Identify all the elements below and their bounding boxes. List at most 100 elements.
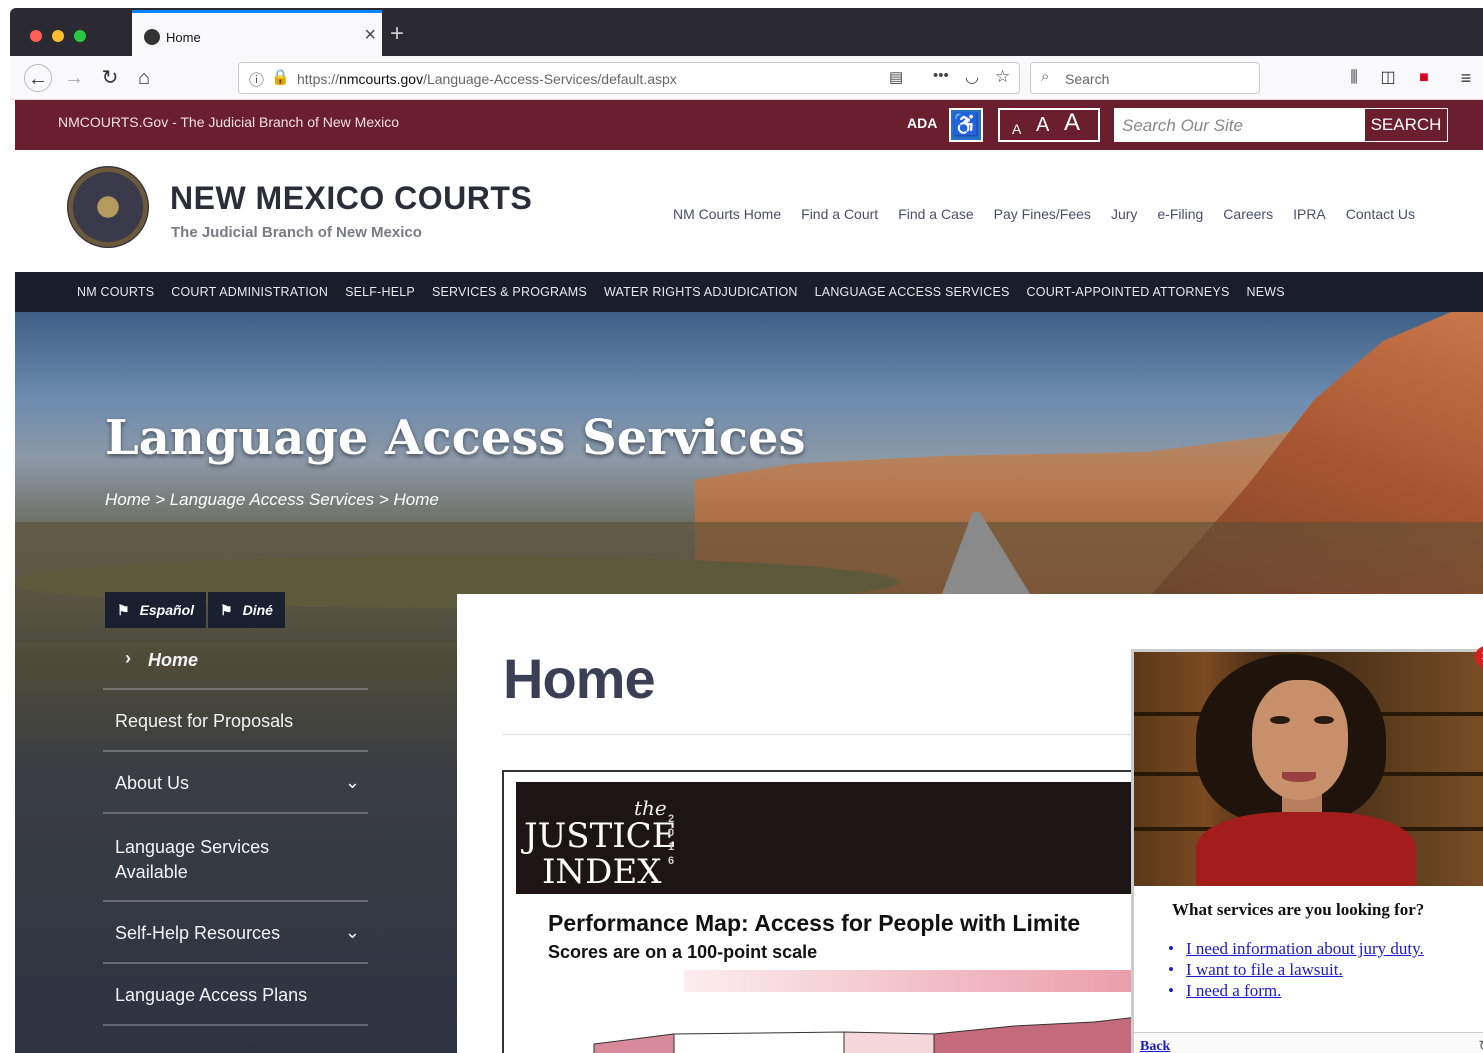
sidebar-item-label: Request for Proposals [115, 711, 294, 731]
divider [503, 734, 1143, 735]
mainnav-court-appointed[interactable]: COURT-APPOINTED ATTORNEYS [1027, 285, 1230, 299]
header-nav-jury[interactable]: Jury [1111, 206, 1137, 222]
assistant-back-link[interactable]: Back [1140, 1039, 1170, 1053]
mainnav-water-rights[interactable]: WATER RIGHTS ADJUDICATION [604, 285, 798, 299]
site-search-input[interactable]: Search Our Site [1114, 108, 1364, 142]
flag-icon: ⚑ [220, 602, 233, 618]
search-icon: ⌕ [1041, 68, 1050, 85]
chevron-down-icon[interactable]: ⌄ [345, 922, 360, 943]
map-title: Performance Map: Access for People with … [548, 910, 1081, 936]
mainnav-court-administration[interactable]: COURT ADMINISTRATION [171, 285, 328, 299]
language-espanol-button[interactable]: ⚑ Español [105, 592, 207, 628]
ada-label: ADA [907, 115, 938, 131]
url-bar[interactable]: ⓘ 🔒 https://nmcourts.gov/Language-Access… [238, 62, 1020, 94]
language-dine-label: Diné [242, 602, 273, 618]
sidebar-item-label: Language Access Plans [115, 985, 308, 1005]
favicon-icon [144, 29, 160, 45]
justice-index-image[interactable]: the JUSTICE INDEX 2 0 1 6 Performance Ma… [502, 770, 1162, 1053]
sidebar-item-language-services[interactable]: Language Services Available [103, 814, 368, 902]
mainnav-self-help[interactable]: SELF-HELP [345, 285, 415, 299]
extension-icon[interactable]: ■ [1410, 64, 1438, 92]
header-nav-efiling[interactable]: e-Filing [1157, 206, 1203, 222]
chevron-down-icon[interactable]: ⌄ [345, 772, 360, 793]
browser-search-placeholder: Search [1065, 71, 1110, 87]
library-icon[interactable]: ⫼ [1340, 64, 1368, 92]
font-size-small-button[interactable]: A [1012, 121, 1021, 137]
refresh-icon[interactable]: ↻ [1478, 1037, 1483, 1053]
header-nav-home[interactable]: NM Courts Home [673, 206, 781, 222]
new-tab-icon[interactable]: + [390, 22, 404, 46]
language-dine-button[interactable]: ⚑ Diné [208, 592, 285, 628]
back-icon[interactable]: ← [24, 64, 52, 92]
assistant-option-form[interactable]: I need a form. [1186, 980, 1424, 1001]
forward-icon[interactable]: → [60, 64, 88, 92]
browser-tab[interactable]: Home × [132, 10, 382, 56]
close-window-button[interactable] [30, 30, 42, 42]
info-icon[interactable]: ⓘ [249, 69, 264, 90]
assistant-option-lawsuit[interactable]: I want to file a lawsuit. [1186, 959, 1424, 980]
sidebar-item-language-access-plans[interactable]: Language Access Plans [103, 964, 368, 1026]
main-nav: NM COURTS COURT ADMINISTRATION SELF-HELP… [15, 272, 1483, 312]
avatar-eye [1270, 716, 1290, 724]
tab-bar: Home × + [10, 8, 1483, 56]
reload-icon[interactable]: ↻ [96, 64, 124, 92]
header-nav-pay-fines[interactable]: Pay Fines/Fees [994, 206, 1091, 222]
language-espanol-label: Español [139, 602, 195, 618]
justice-index-word2: INDEX [542, 852, 662, 892]
header-nav-careers[interactable]: Careers [1223, 206, 1273, 222]
avatar-mouth [1282, 772, 1316, 782]
tab-title: Home [166, 30, 201, 45]
sidebar-item-self-help-resources[interactable]: Self-Help Resources ⌄ [103, 902, 368, 964]
page-title: Home [503, 647, 656, 710]
avatar-body [1196, 812, 1416, 886]
font-size-controls: A A A [998, 108, 1100, 142]
breadcrumb[interactable]: Home > Language Access Services > Home [105, 490, 439, 510]
sidebar-item-label: Self-Help Resources [115, 923, 281, 943]
more-actions-icon[interactable]: ••• [933, 67, 949, 84]
justice-index-word1: JUSTICE [524, 816, 677, 856]
court-seal-logo[interactable] [67, 166, 149, 248]
chevron-right-icon: › [125, 648, 131, 668]
mainnav-news[interactable]: NEWS [1247, 285, 1285, 299]
minimize-window-button[interactable] [52, 30, 64, 42]
assistant-option-jury[interactable]: I need information about jury duty. [1186, 938, 1424, 959]
header-nav-find-case[interactable]: Find a Case [898, 206, 973, 222]
sidebar-item-home[interactable]: › Home [103, 630, 368, 690]
assistant-options: I need information about jury duty. I wa… [1186, 938, 1424, 1001]
browser-toolbar: ← → ↻ ⌂ ⓘ 🔒 https://nmcourts.gov/Languag… [10, 56, 1483, 100]
pocket-icon[interactable]: ◡ [965, 67, 979, 87]
mainnav-nm-courts[interactable]: NM COURTS [77, 285, 154, 299]
header-nav-contact[interactable]: Contact Us [1346, 206, 1415, 222]
close-tab-icon[interactable]: × [364, 25, 376, 45]
header-nav-find-court[interactable]: Find a Court [801, 206, 878, 222]
sidebar-item-request-for-proposals[interactable]: Request for Proposals [103, 690, 368, 752]
brand-subtitle: The Judicial Branch of New Mexico [171, 224, 422, 241]
home-icon[interactable]: ⌂ [130, 64, 158, 92]
header-nav-ipra[interactable]: IPRA [1293, 206, 1326, 222]
reader-view-icon[interactable]: ▤ [889, 68, 903, 86]
justice-index-year: 2 0 1 6 [668, 813, 675, 867]
browser-search-field[interactable]: ⌕ Search [1030, 62, 1260, 94]
accessibility-icon[interactable]: ♿ [949, 108, 983, 142]
assistant-footer: Back ↻ [1134, 1032, 1483, 1053]
sidebar-toggle-icon[interactable]: ◫ [1374, 64, 1402, 92]
font-size-large-button[interactable]: A [1064, 109, 1080, 137]
header-nav: NM Courts Home Find a Court Find a Case … [673, 206, 1415, 222]
brand-title[interactable]: NEW MEXICO COURTS [170, 180, 532, 217]
site-top-bar: NMCOURTS.Gov - The Judicial Branch of Ne… [15, 100, 1483, 150]
flag-icon: ⚑ [117, 602, 130, 618]
sidebar-item-about-us[interactable]: About Us ⌄ [103, 752, 368, 814]
font-size-medium-button[interactable]: A [1036, 114, 1049, 137]
site-search-button[interactable]: SEARCH [1364, 108, 1448, 142]
menu-icon[interactable]: ≡ [1452, 64, 1480, 92]
bookmark-star-icon[interactable]: ☆ [995, 67, 1010, 87]
sidebar-item-label: Language Services Available [115, 837, 270, 882]
map-subtitle: Scores are on a 100-point scale [548, 942, 818, 962]
language-switcher: ⚑ Español ⚑ Diné [105, 592, 285, 628]
avatar-face [1252, 680, 1348, 800]
mainnav-services-programs[interactable]: SERVICES & PROGRAMS [432, 285, 587, 299]
maximize-window-button[interactable] [74, 30, 86, 42]
url-text: https://nmcourts.gov/Language-Access-Ser… [297, 71, 677, 87]
virtual-assistant-widget: × What services are you looking for? I n… [1131, 646, 1483, 1053]
mainnav-language-access[interactable]: LANGUAGE ACCESS SERVICES [815, 285, 1010, 299]
